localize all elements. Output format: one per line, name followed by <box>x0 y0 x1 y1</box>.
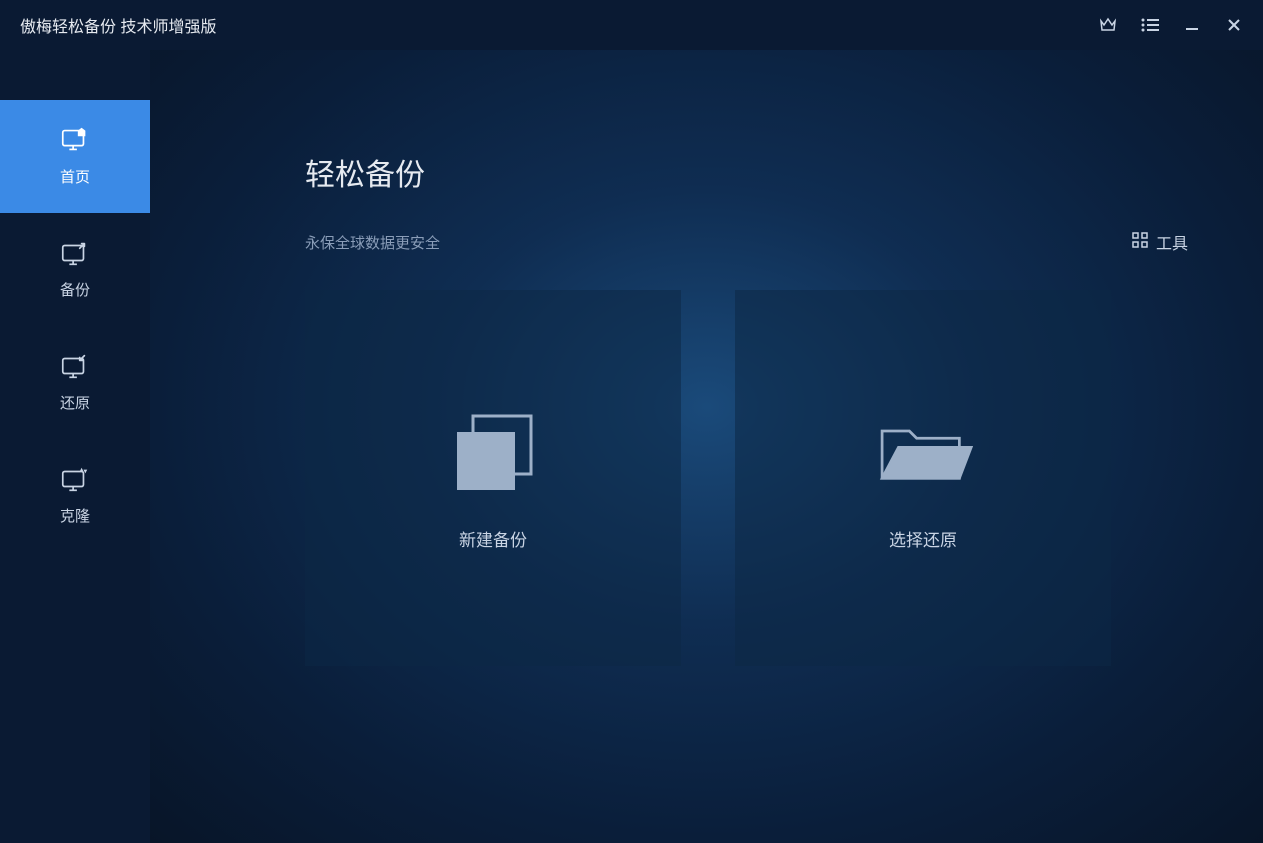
restore-icon <box>59 352 91 380</box>
card-label: 新建备份 <box>459 526 527 551</box>
minimize-button[interactable] <box>1183 16 1201 34</box>
titlebar-right <box>1099 16 1243 34</box>
subtitle-row: 永保全球数据更安全 工具 <box>305 230 1193 254</box>
select-restore-icon <box>873 406 973 496</box>
sidebar-item-restore[interactable]: 还原 <box>0 326 150 439</box>
sidebar-item-clone[interactable]: 克隆 <box>0 439 150 552</box>
menu-list-icon[interactable] <box>1141 16 1159 34</box>
sidebar: 首页 备份 <box>0 50 150 843</box>
tools-label: 工具 <box>1156 230 1188 254</box>
home-icon <box>59 126 91 154</box>
tools-link[interactable]: 工具 <box>1132 230 1188 254</box>
tools-grid-icon <box>1132 232 1148 253</box>
page-title: 轻松备份 <box>305 150 1193 194</box>
new-backup-icon <box>443 406 543 496</box>
app-title: 傲梅轻松备份 技术师增强版 <box>20 13 216 37</box>
cards-row: 新建备份 选择还原 <box>305 290 1193 666</box>
app-window: 傲梅轻松备份 技术师增强版 <box>0 0 1263 843</box>
page-subtitle: 永保全球数据更安全 <box>305 232 440 253</box>
titlebar: 傲梅轻松备份 技术师增强版 <box>0 0 1263 50</box>
close-button[interactable] <box>1225 16 1243 34</box>
card-new-backup[interactable]: 新建备份 <box>305 290 681 666</box>
clone-icon <box>59 465 91 493</box>
sidebar-item-label: 备份 <box>60 279 90 300</box>
crown-icon[interactable] <box>1099 16 1117 34</box>
main-content: 轻松备份 永保全球数据更安全 工具 <box>150 50 1263 843</box>
sidebar-item-backup[interactable]: 备份 <box>0 213 150 326</box>
titlebar-left: 傲梅轻松备份 技术师增强版 <box>20 13 216 37</box>
card-label: 选择还原 <box>889 526 957 551</box>
backup-icon <box>59 239 91 267</box>
sidebar-item-label: 克隆 <box>60 505 90 526</box>
card-select-restore[interactable]: 选择还原 <box>735 290 1111 666</box>
sidebar-item-label: 首页 <box>60 166 90 187</box>
sidebar-item-home[interactable]: 首页 <box>0 100 150 213</box>
sidebar-item-label: 还原 <box>60 392 90 413</box>
body-area: 首页 备份 <box>0 50 1263 843</box>
